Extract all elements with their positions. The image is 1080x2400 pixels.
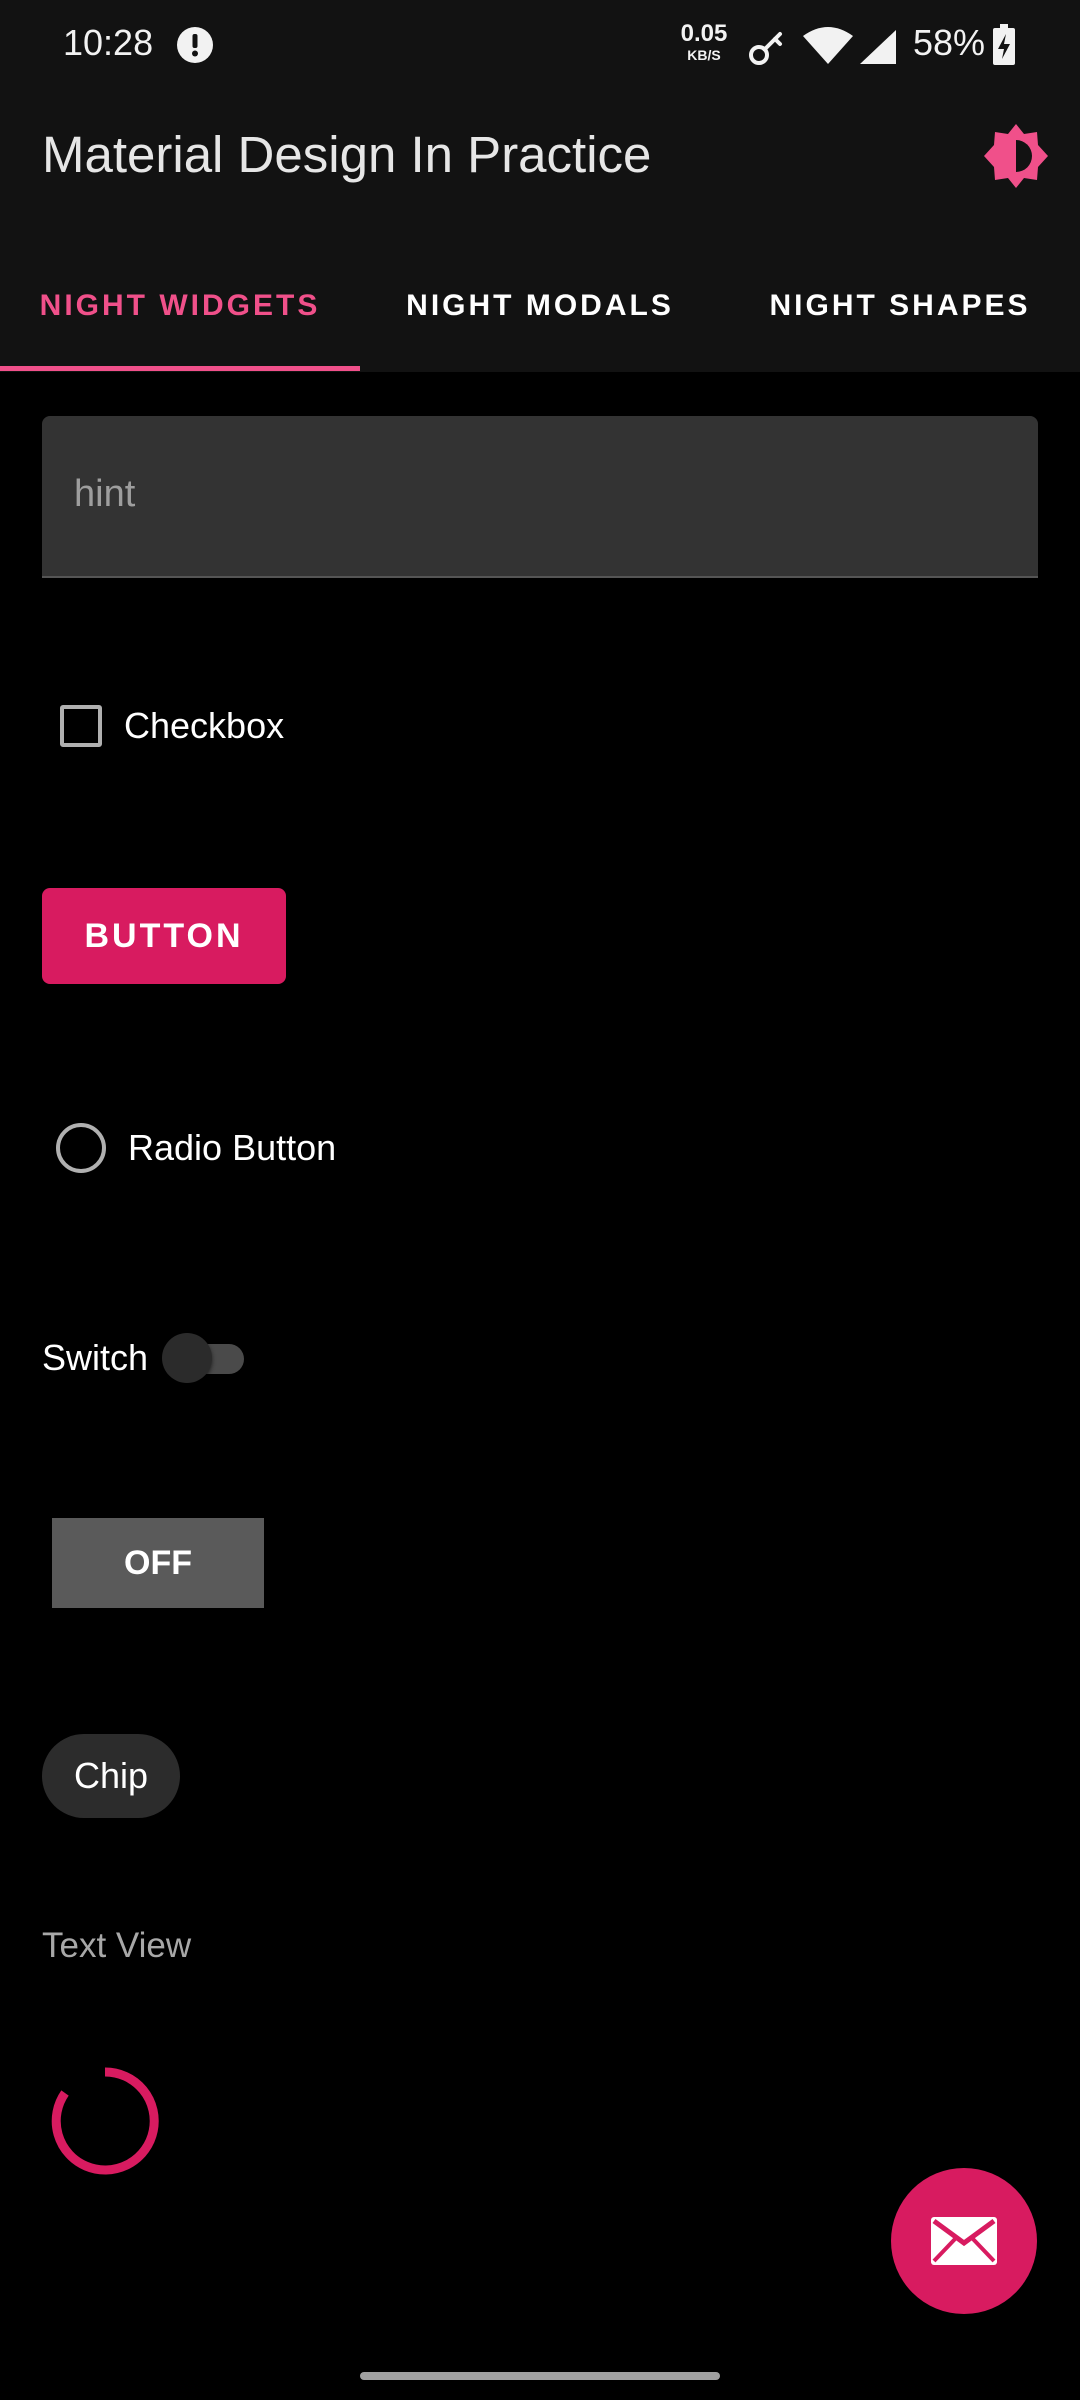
tab-night-shapes[interactable]: NIGHT SHAPES — [720, 240, 1080, 372]
progress-spinner — [51, 2067, 159, 2175]
checkbox[interactable] — [60, 705, 102, 747]
brightness-icon[interactable] — [980, 120, 1052, 192]
wifi-icon — [803, 27, 853, 64]
checkbox-label: Checkbox — [124, 705, 285, 746]
switch-thumb[interactable] — [162, 1333, 213, 1383]
toggle-button[interactable]: OFF — [52, 1518, 264, 1608]
status-bar: 10:28 0.05 KB/S 58% — [0, 0, 1080, 92]
app-title: Material Design In Practice — [42, 126, 652, 183]
tab-indicator — [0, 366, 360, 371]
vpn-key-icon — [749, 32, 782, 65]
gesture-nav-handle[interactable] — [360, 2372, 720, 2380]
chip[interactable]: Chip — [42, 1734, 180, 1818]
radio-button[interactable] — [56, 1123, 106, 1173]
network-speed: 0.05 KB/S — [676, 20, 732, 63]
battery-percent: 58% — [913, 22, 986, 63]
hint-input[interactable] — [74, 466, 994, 522]
text-view: Text View — [42, 1926, 192, 1965]
network-speed-unit: KB/S — [687, 47, 721, 63]
status-time: 10:28 — [63, 22, 154, 63]
tab-bar: NIGHT WIDGETS NIGHT MODALS NIGHT SHAPES — [0, 240, 1080, 372]
tab-night-widgets[interactable]: NIGHT WIDGETS — [0, 240, 360, 372]
network-speed-value: 0.05 — [680, 20, 728, 47]
checkbox-row[interactable]: Checkbox — [42, 690, 284, 762]
switch-toggle[interactable] — [162, 1330, 254, 1386]
screen: 10:28 0.05 KB/S 58% Material Design In P… — [0, 0, 1080, 2400]
text-field[interactable] — [42, 416, 1038, 578]
radio-row[interactable]: Radio Button — [42, 1112, 336, 1184]
switch-label: Switch — [42, 1337, 149, 1378]
app-bar: Material Design In Practice NIGHT WIDGET… — [0, 92, 1080, 372]
battery-charging-icon — [993, 24, 1015, 65]
tab-night-modals[interactable]: NIGHT MODALS — [360, 240, 720, 372]
radio-label: Radio Button — [128, 1127, 337, 1168]
compose-fab[interactable] — [891, 2168, 1037, 2314]
cell-signal-icon — [860, 30, 896, 64]
switch-row: Switch — [42, 1322, 254, 1394]
mail-icon — [931, 2217, 997, 2265]
alert-icon — [177, 27, 213, 63]
primary-button[interactable]: BUTTON — [42, 888, 286, 984]
